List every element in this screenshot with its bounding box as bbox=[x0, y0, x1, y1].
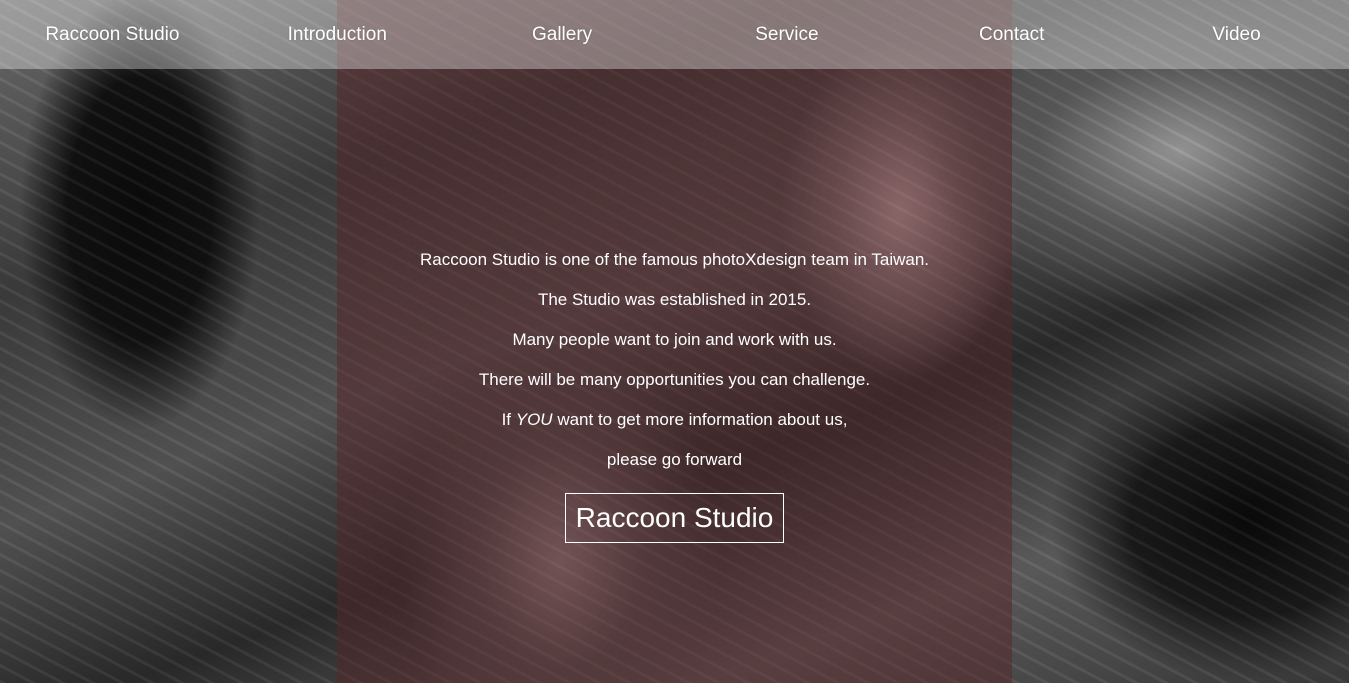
nav-item-gallery[interactable]: Gallery bbox=[450, 24, 675, 46]
intro-line-1: Raccoon Studio is one of the famous phot… bbox=[419, 250, 930, 269]
hero-section: Raccoon Studio Introduction Gallery Serv… bbox=[0, 0, 1349, 683]
nav-item-introduction[interactable]: Introduction bbox=[225, 24, 450, 46]
intro-line-5-prefix: If bbox=[501, 410, 516, 429]
intro-line-4: There will be many opportunities you can… bbox=[478, 370, 871, 389]
top-navigation: Raccoon Studio Introduction Gallery Serv… bbox=[0, 0, 1349, 69]
intro-line-5-emphasis: YOU bbox=[515, 410, 553, 429]
nav-item-video[interactable]: Video bbox=[1124, 24, 1349, 46]
intro-line-5: If YOU want to get more information abou… bbox=[337, 400, 1012, 440]
nav-item-contact[interactable]: Contact bbox=[899, 24, 1124, 46]
intro-line-5-suffix: want to get more information about us, bbox=[552, 410, 848, 429]
intro-content: Raccoon Studio is one of the famous phot… bbox=[337, 240, 1012, 543]
intro-line-6: please go forward bbox=[606, 450, 743, 469]
nav-item-service[interactable]: Service bbox=[674, 24, 899, 46]
nav-item-home[interactable]: Raccoon Studio bbox=[0, 24, 225, 46]
intro-line-3: Many people want to join and work with u… bbox=[512, 330, 837, 349]
raccoon-studio-button[interactable]: Raccoon Studio bbox=[564, 493, 785, 543]
intro-line-2: The Studio was established in 2015. bbox=[537, 290, 812, 309]
